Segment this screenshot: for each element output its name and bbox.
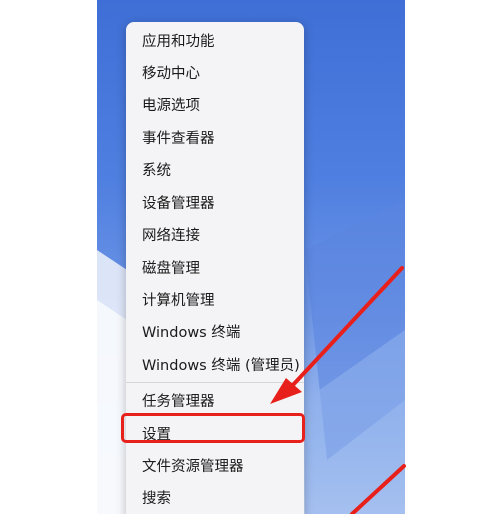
screenshot-frame: 应用和功能 移动中心 电源选项 事件查看器 系统 设备管理器 网络连接 磁盘管理… [0,0,500,514]
secondary-arrow-line [350,464,406,514]
annotation-arrows [270,266,406,514]
pointer-arrow-shaft [290,266,404,388]
